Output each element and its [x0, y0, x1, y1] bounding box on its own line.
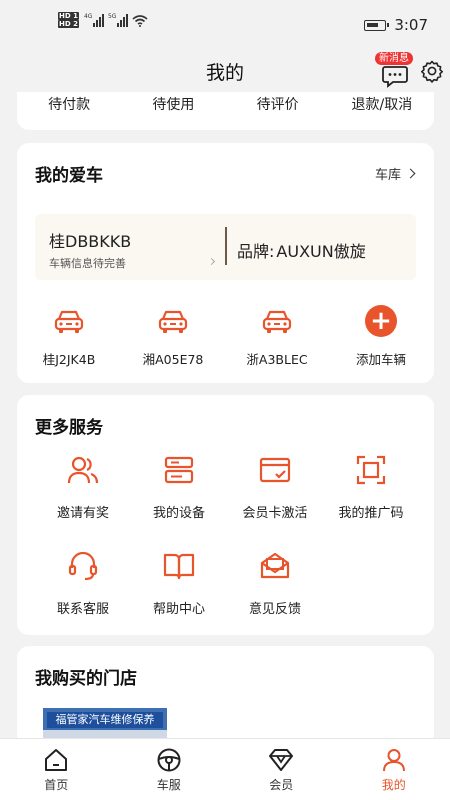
- steering-wheel-icon: [157, 748, 181, 772]
- scan-code-icon: [356, 455, 386, 485]
- messages-button[interactable]: 新消息: [375, 52, 413, 88]
- service-label: 邀请有奖: [56, 506, 109, 521]
- service-label: 意见反馈: [248, 602, 301, 617]
- my-car-title: 我的爱车: [35, 166, 103, 186]
- brand-label: 品牌:: [237, 242, 275, 261]
- service-my-devices[interactable]: 我的设备: [131, 453, 227, 549]
- service-card-activation[interactable]: 会员卡激活: [227, 453, 323, 549]
- car-plate: 浙A3BLEC: [246, 352, 308, 367]
- store-sign-text: 福管家汽车维修保养: [47, 712, 163, 728]
- tab-mine[interactable]: 我的: [338, 739, 450, 800]
- my-car-card: 我的爱车 车库 桂DBBKKB 车辆信息待完善 品牌: AUXUN傲旋 桂J2JK…: [17, 143, 434, 383]
- services-title: 更多服务: [35, 418, 103, 438]
- service-label: 我的设备: [152, 506, 205, 521]
- order-tab-to-review[interactable]: 待评价: [226, 94, 330, 114]
- order-tab-pending-payment[interactable]: 待付款: [17, 94, 121, 114]
- tab-car-service[interactable]: 车服: [113, 739, 226, 800]
- home-icon: [45, 749, 68, 771]
- device-icon: [164, 456, 194, 484]
- tab-label: 车服: [156, 778, 181, 792]
- order-tab-refund[interactable]: 退款/取消: [330, 94, 434, 114]
- car-plate: 湘A05E78: [142, 352, 204, 367]
- service-help-center[interactable]: 帮助中心: [131, 549, 227, 645]
- sim-1-label: HD 1: [58, 12, 79, 20]
- service-label: 联系客服: [56, 602, 109, 617]
- tab-label: 我的: [381, 778, 406, 792]
- sim-2-label: HD 2: [58, 20, 79, 28]
- order-tabs: 待付款 待使用 待评价 退款/取消: [17, 92, 434, 130]
- garage-link[interactable]: 车库: [374, 164, 416, 183]
- service-label: 帮助中心: [152, 602, 205, 617]
- more-services-card: 更多服务 邀请有奖 我的设备 会员卡激活 我的推广码 联系客服 帮助中心 意见反…: [17, 395, 434, 635]
- signal-5g-icon: 5G: [108, 13, 128, 27]
- current-car-plate: 桂DBBKKB: [49, 232, 132, 251]
- person-icon: [382, 749, 405, 772]
- car-icon: [158, 310, 188, 333]
- divider: [225, 227, 227, 265]
- status-left: HD 1 HD 2 4G 5G: [58, 12, 148, 28]
- tab-member[interactable]: 会员: [225, 739, 338, 800]
- car-item[interactable]: 桂J2JK4B: [17, 303, 121, 368]
- net-5g-label: 5G: [107, 13, 117, 20]
- service-promo-code[interactable]: 我的推广码: [323, 453, 419, 549]
- status-bar: HD 1 HD 2 4G 5G 3:07: [0, 0, 450, 50]
- status-time: 3:07: [394, 16, 428, 34]
- sim-indicator: HD 1 HD 2: [58, 12, 80, 28]
- page-header: 我的 新消息: [0, 50, 450, 96]
- chevron-right-icon: [405, 168, 416, 179]
- order-tab-to-use[interactable]: 待使用: [121, 94, 225, 114]
- headset-icon: [68, 551, 98, 581]
- service-label: 会员卡激活: [242, 506, 308, 521]
- tab-home[interactable]: 首页: [0, 739, 113, 800]
- tab-label: 会员: [269, 778, 294, 792]
- new-message-badge: 新消息: [375, 52, 413, 65]
- member-card-icon: [259, 457, 291, 483]
- car-plate: 桂J2JK4B: [42, 352, 96, 367]
- net-4g-label: 4G: [83, 13, 93, 20]
- car-icon: [262, 310, 292, 333]
- diamond-icon: [269, 749, 294, 771]
- service-customer-support[interactable]: 联系客服: [35, 549, 131, 645]
- orders-card: 待付款 待使用 待评价 退款/取消: [17, 92, 434, 130]
- garage-label: 车库: [374, 168, 401, 183]
- invite-people-icon: [67, 456, 99, 484]
- car-item[interactable]: 浙A3BLEC: [225, 303, 329, 368]
- add-car-button[interactable]: + 添加车辆: [329, 303, 433, 368]
- car-list: 桂J2JK4B 湘A05E78 浙A3BLEC + 添加车辆: [17, 303, 434, 368]
- wifi-icon: [132, 14, 148, 27]
- signal-4g-icon: 4G: [84, 13, 104, 27]
- status-right: 3:07: [364, 16, 428, 34]
- car-item[interactable]: 湘A05E78: [121, 303, 225, 368]
- settings-gear-icon[interactable]: [420, 59, 444, 83]
- book-icon: [163, 553, 195, 580]
- service-label: 我的推广码: [338, 506, 404, 521]
- stores-title: 我购买的门店: [35, 669, 137, 689]
- car-info-status: 车辆信息待完善: [49, 257, 126, 270]
- car-brand: 品牌: AUXUN傲旋: [237, 238, 366, 262]
- services-grid: 邀请有奖 我的设备 会员卡激活 我的推广码 联系客服 帮助中心 意见反馈: [17, 453, 434, 645]
- add-car-label: 添加车辆: [355, 352, 406, 367]
- current-car-panel[interactable]: 桂DBBKKB 车辆信息待完善 品牌: AUXUN傲旋: [35, 214, 416, 280]
- service-feedback[interactable]: 意见反馈: [227, 549, 323, 645]
- car-icon: [54, 310, 84, 333]
- battery-icon: [364, 19, 390, 31]
- plus-icon: +: [365, 305, 397, 337]
- service-invite[interactable]: 邀请有奖: [35, 453, 131, 549]
- purchased-stores-card: 我购买的门店 福管家汽车维修保养: [17, 646, 434, 748]
- bottom-tab-bar: 首页 车服 会员 我的: [0, 738, 450, 800]
- tab-label: 首页: [44, 778, 69, 792]
- brand-value: AUXUN傲旋: [276, 242, 366, 261]
- mail-feedback-icon: [260, 552, 290, 579]
- chevron-right-icon: [207, 257, 216, 266]
